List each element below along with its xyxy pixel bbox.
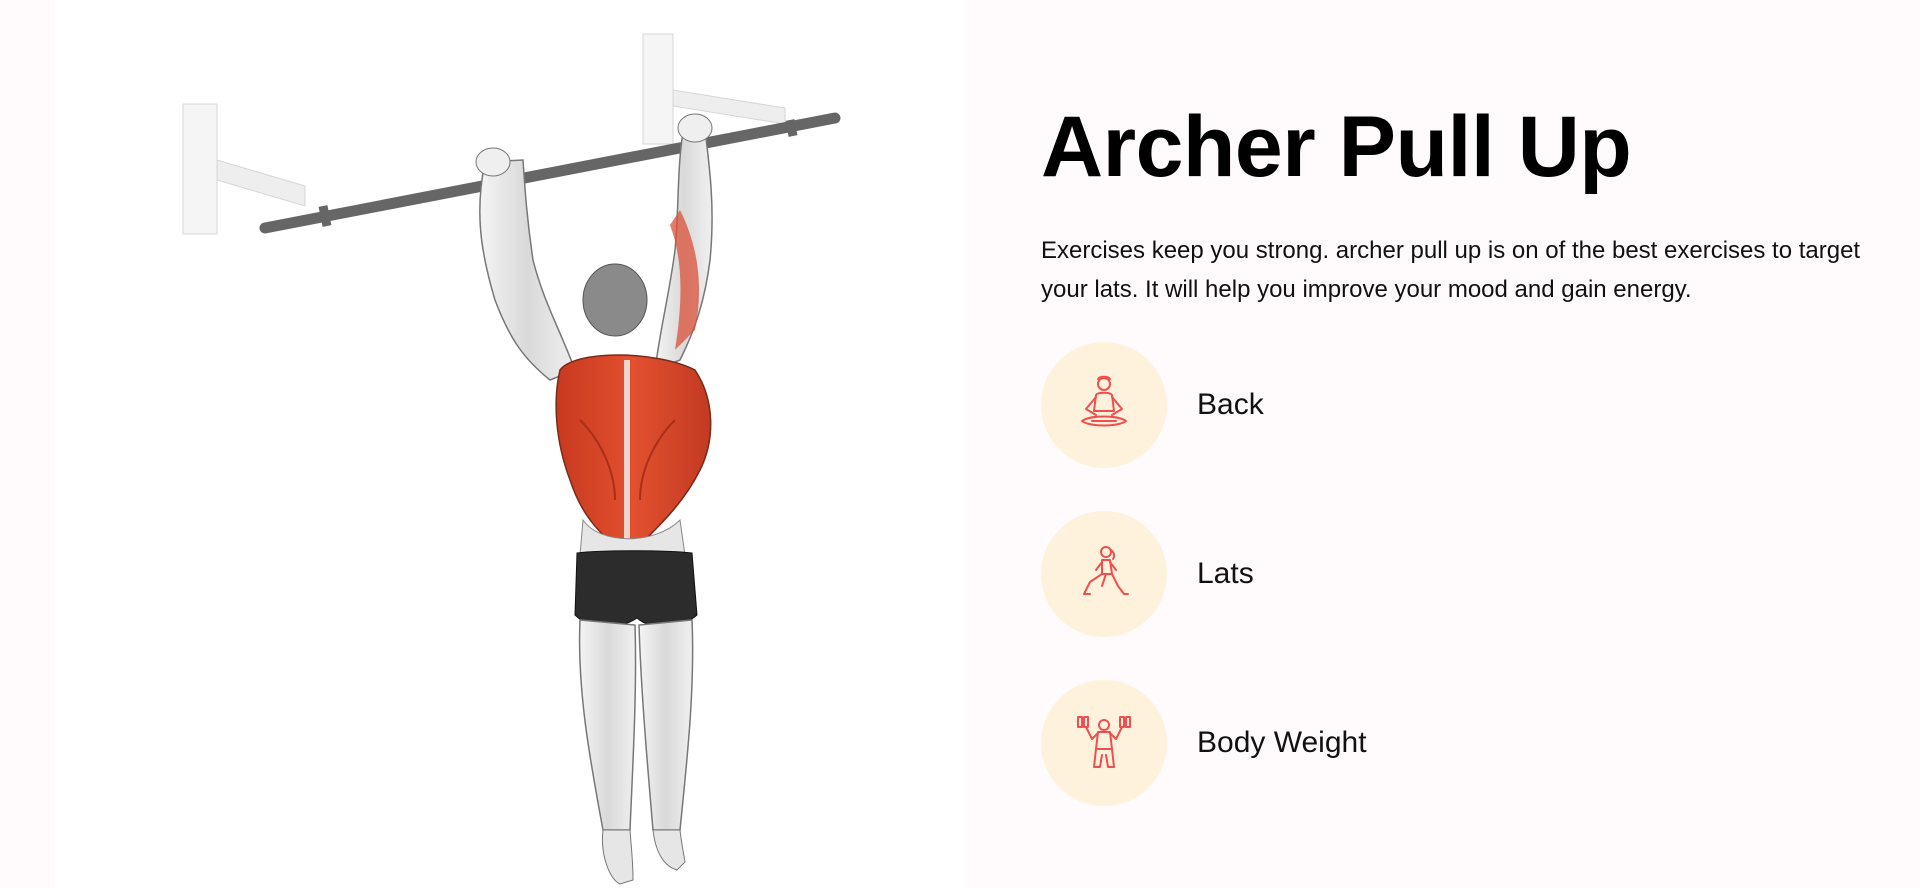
- target-muscle[interactable]: Lats: [1041, 511, 1871, 637]
- dumbbell-lift-icon: [1077, 716, 1131, 768]
- athlete-figure: [475, 113, 713, 885]
- exercise-illustration: [182, 33, 841, 885]
- target-badge: [1041, 680, 1167, 806]
- exercise-title: Archer Pull Up: [1041, 99, 1632, 195]
- lunge-pose-icon: [1083, 546, 1129, 595]
- pull-up-bar: [259, 112, 841, 234]
- exercise-description: Exercises keep you strong. archer pull u…: [1041, 237, 1861, 303]
- exercise-targets: Back Lats Body Weight: [1041, 342, 1871, 806]
- target-body-part[interactable]: Back: [1041, 342, 1871, 468]
- target-body-part-value: Back: [1197, 388, 1264, 421]
- bar-bracket-left: [182, 103, 306, 235]
- target-badge: [1041, 342, 1167, 468]
- exercise-image: [55, 0, 967, 888]
- target-badge: [1041, 511, 1167, 637]
- exercise-detail: Archer Pull Up Exercises keep you strong…: [1041, 92, 1871, 849]
- target-muscle-value: Lats: [1197, 557, 1254, 590]
- target-equipment[interactable]: Body Weight: [1041, 680, 1871, 806]
- meditation-pose-icon: [1081, 375, 1127, 427]
- target-equipment-value: Body Weight: [1197, 726, 1367, 759]
- exercise-detail-page: Archer Pull Up Exercises keep you strong…: [0, 0, 1920, 888]
